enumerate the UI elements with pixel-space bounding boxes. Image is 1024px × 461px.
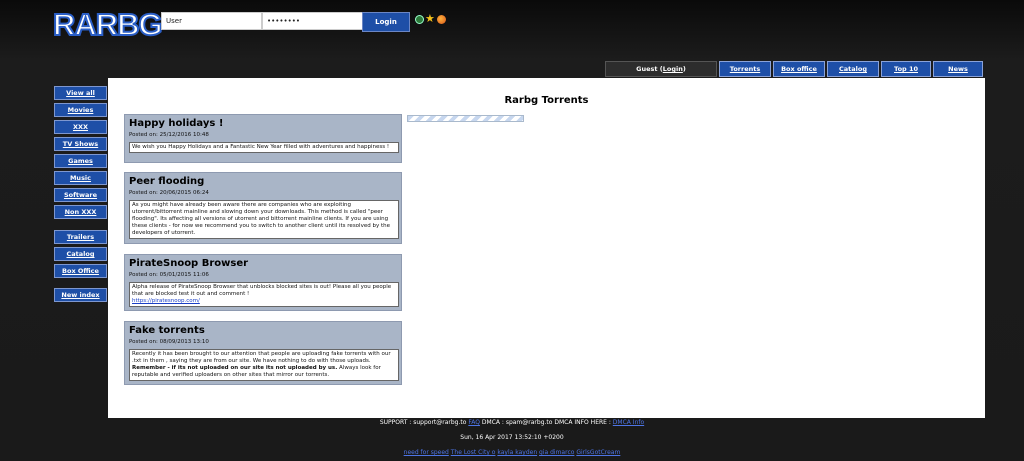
news-body: Alpha release of PirateSnoop Browser tha… xyxy=(129,282,399,307)
news-item: PirateSnoop Browser Posted on: 05/01/201… xyxy=(124,254,402,311)
faq-link[interactable]: FAQ xyxy=(468,419,480,426)
sidebar-item-movies[interactable]: Movies xyxy=(54,103,107,117)
sidebar-item-trailers[interactable]: Trailers xyxy=(54,230,107,244)
tab-catalog[interactable]: Catalog xyxy=(827,61,879,77)
search-link[interactable]: GirlsGotCream xyxy=(576,449,620,456)
support-text: SUPPORT : support@rarbg.to xyxy=(379,419,467,426)
update-icon[interactable] xyxy=(415,15,424,24)
news-date: Posted on: 25/12/2016 10:48 xyxy=(129,132,209,138)
news-date: Posted on: 05/01/2015 11:06 xyxy=(129,272,209,278)
news-item: Fake torrents Posted on: 08/09/2013 13:1… xyxy=(124,321,402,385)
search-link[interactable]: The Lost City o xyxy=(451,449,496,456)
guest-status: Guest ( Login ) xyxy=(605,61,717,77)
dmca-info-link[interactable]: DMCA Info xyxy=(613,419,644,426)
sidebar-item-view-all[interactable]: View all xyxy=(54,86,107,100)
news-title: Peer flooding xyxy=(129,176,205,187)
firefox-icon[interactable] xyxy=(437,15,446,24)
guest-prefix: Guest ( xyxy=(636,65,663,73)
news-title: PirateSnoop Browser xyxy=(129,258,249,269)
tab-torrents[interactable]: Torrents xyxy=(719,61,771,77)
sidebar-item-games[interactable]: Games xyxy=(54,154,107,168)
password-input[interactable] xyxy=(262,12,363,30)
news-body: We wish you Happy Holidays and a Fantast… xyxy=(129,142,399,153)
news-item: Happy holidays ! Posted on: 25/12/2016 1… xyxy=(124,114,402,163)
top-tabs: Guest ( Login ) Torrents Box office Cata… xyxy=(605,61,983,77)
news-date: Posted on: 20/06/2015 06:24 xyxy=(129,190,209,196)
news-title: Happy holidays ! xyxy=(129,118,224,129)
search-link[interactable]: gia dimarco xyxy=(539,449,574,456)
login-button[interactable]: Login xyxy=(362,12,410,32)
footer-search-links: need for speed The Lost City o kayla kay… xyxy=(0,449,1024,456)
news-item: Peer flooding Posted on: 20/06/2015 06:2… xyxy=(124,172,402,244)
search-link[interactable]: kayla kayden xyxy=(497,449,537,456)
sidebar-item-box-office[interactable]: Box Office xyxy=(54,264,107,278)
guest-login-link[interactable]: Login xyxy=(663,65,683,73)
news-body-text: Recently it has been brought to our atte… xyxy=(132,351,391,364)
sidebar-item-music[interactable]: Music xyxy=(54,171,107,185)
footer-support-line: SUPPORT : support@rarbg.to FAQ DMCA : sp… xyxy=(0,419,1024,426)
username-input[interactable] xyxy=(161,12,262,30)
sidebar-item-non-xxx[interactable]: Non XXX xyxy=(54,205,107,219)
news-body: As you might have already been aware the… xyxy=(129,200,399,239)
server-datetime: Sun, 16 Apr 2017 13:52:10 +0200 xyxy=(460,434,564,441)
loading-bar xyxy=(407,115,524,122)
news-body: Recently it has been brought to our atte… xyxy=(129,349,399,381)
star-icon[interactable]: ★ xyxy=(425,12,435,25)
logo-text: RARBG xyxy=(52,7,164,42)
guest-suffix: ) xyxy=(682,65,686,73)
sidebar-item-tv-shows[interactable]: TV Shows xyxy=(54,137,107,151)
piratesnoop-link[interactable]: https://piratesnoop.com/ xyxy=(132,298,200,304)
main-panel: Rarbg Torrents Happy holidays ! Posted o… xyxy=(108,78,985,418)
news-body-text: Alpha release of PirateSnoop Browser tha… xyxy=(132,284,392,297)
sidebar-item-catalog[interactable]: Catalog xyxy=(54,247,107,261)
page-title: Rarbg Torrents xyxy=(504,95,589,106)
search-link[interactable]: need for speed xyxy=(404,449,449,456)
news-title: Fake torrents xyxy=(129,325,205,336)
news-date: Posted on: 08/09/2013 13:10 xyxy=(129,339,209,345)
news-body-bold: Remember - if its not uploaded on our si… xyxy=(132,365,338,371)
rarbg-logo[interactable]: RARBG xyxy=(52,7,164,42)
tab-top-10[interactable]: Top 10 xyxy=(881,61,931,77)
tab-news[interactable]: News xyxy=(933,61,983,77)
sidebar-item-software[interactable]: Software xyxy=(54,188,107,202)
dmca-text: DMCA : spam@rarbg.to DMCA INFO HERE : xyxy=(481,419,611,426)
tab-box-office[interactable]: Box office xyxy=(773,61,825,77)
sidebar-item-xxx[interactable]: XXX xyxy=(54,120,107,134)
sidebar-item-new-index[interactable]: New index xyxy=(54,288,107,302)
